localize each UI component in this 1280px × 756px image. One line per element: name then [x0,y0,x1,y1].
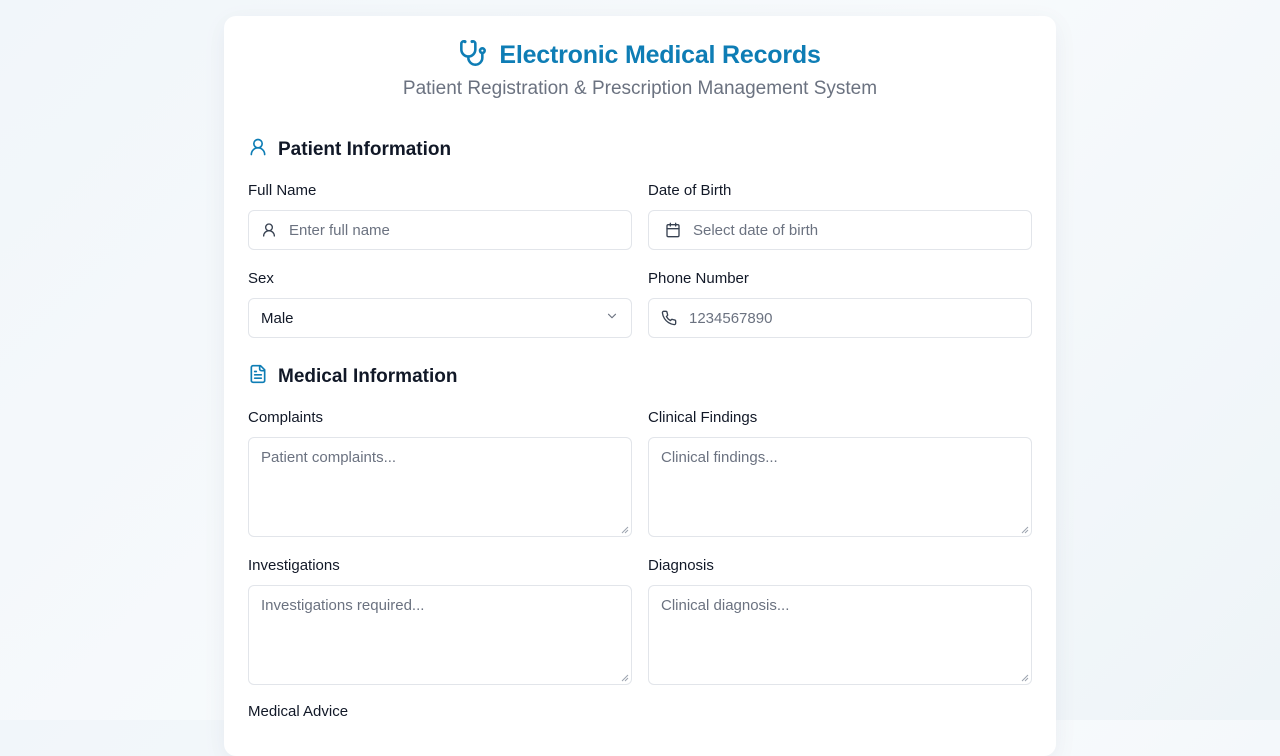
complaints-placeholder: Patient complaints... [261,449,397,466]
user-icon [248,137,268,163]
investigations-textarea[interactable]: Investigations required... [248,585,632,685]
full-name-label: Full Name [248,182,317,199]
page-title: Electronic Medical Records [499,40,821,69]
resize-handle-icon[interactable] [621,674,629,682]
clinical-findings-label: Clinical Findings [648,409,758,426]
chevron-down-icon [605,309,619,328]
full-name-input[interactable]: Enter full name [248,210,632,250]
document-icon [248,364,268,390]
phone-icon [661,310,677,326]
complaints-textarea[interactable]: Patient complaints... [248,437,632,537]
clinical-findings-textarea[interactable]: Clinical findings... [648,437,1032,537]
emr-form-card: Electronic Medical Records Patient Regis… [224,16,1056,756]
medical-information-heading: Medical Information [248,364,457,390]
form-header: Electronic Medical Records Patient Regis… [224,39,1056,101]
page-subtitle: Patient Registration & Prescription Mana… [402,78,878,99]
dob-field: Date of Birth Select date of birth [648,181,1032,250]
patient-information-heading: Patient Information [248,137,451,163]
sex-value: Male [261,309,294,327]
sex-select[interactable]: Male [248,298,632,338]
diagnosis-placeholder: Clinical diagnosis... [661,597,790,614]
resize-handle-icon[interactable] [621,526,629,534]
dob-placeholder: Select date of birth [693,221,819,239]
stethoscope-icon [459,39,487,72]
dob-label: Date of Birth [648,182,732,199]
phone-placeholder: 1234567890 [689,309,773,327]
clinical-findings-placeholder: Clinical findings... [661,449,778,466]
sex-label: Sex [248,270,274,287]
calendar-icon [665,222,681,238]
sex-field: Sex Male [248,269,632,338]
phone-input[interactable]: 1234567890 [648,298,1032,338]
phone-label: Phone Number [648,270,749,287]
phone-field: Phone Number 1234567890 [648,269,1032,338]
resize-handle-icon[interactable] [1021,526,1029,534]
dob-input[interactable]: Select date of birth [648,210,1032,250]
medical-advice-label: Medical Advice [248,703,349,720]
full-name-placeholder: Enter full name [289,221,390,239]
diagnosis-textarea[interactable]: Clinical diagnosis... [648,585,1032,685]
investigations-field: Investigations Investigations required..… [248,556,632,685]
investigations-label: Investigations [248,557,340,574]
full-name-field: Full Name Enter full name [248,181,632,250]
section-title: Patient Information [278,139,452,160]
complaints-label: Complaints [248,409,324,426]
investigations-placeholder: Investigations required... [261,597,425,614]
complaints-field: Complaints Patient complaints... [248,408,632,537]
diagnosis-field: Diagnosis Clinical diagnosis... [648,556,1032,685]
user-icon [261,222,277,238]
resize-handle-icon[interactable] [1021,674,1029,682]
medical-advice-field: Medical Advice [248,702,632,722]
section-title: Medical Information [278,366,458,387]
clinical-findings-field: Clinical Findings Clinical findings... [648,408,1032,537]
diagnosis-label: Diagnosis [648,557,714,574]
